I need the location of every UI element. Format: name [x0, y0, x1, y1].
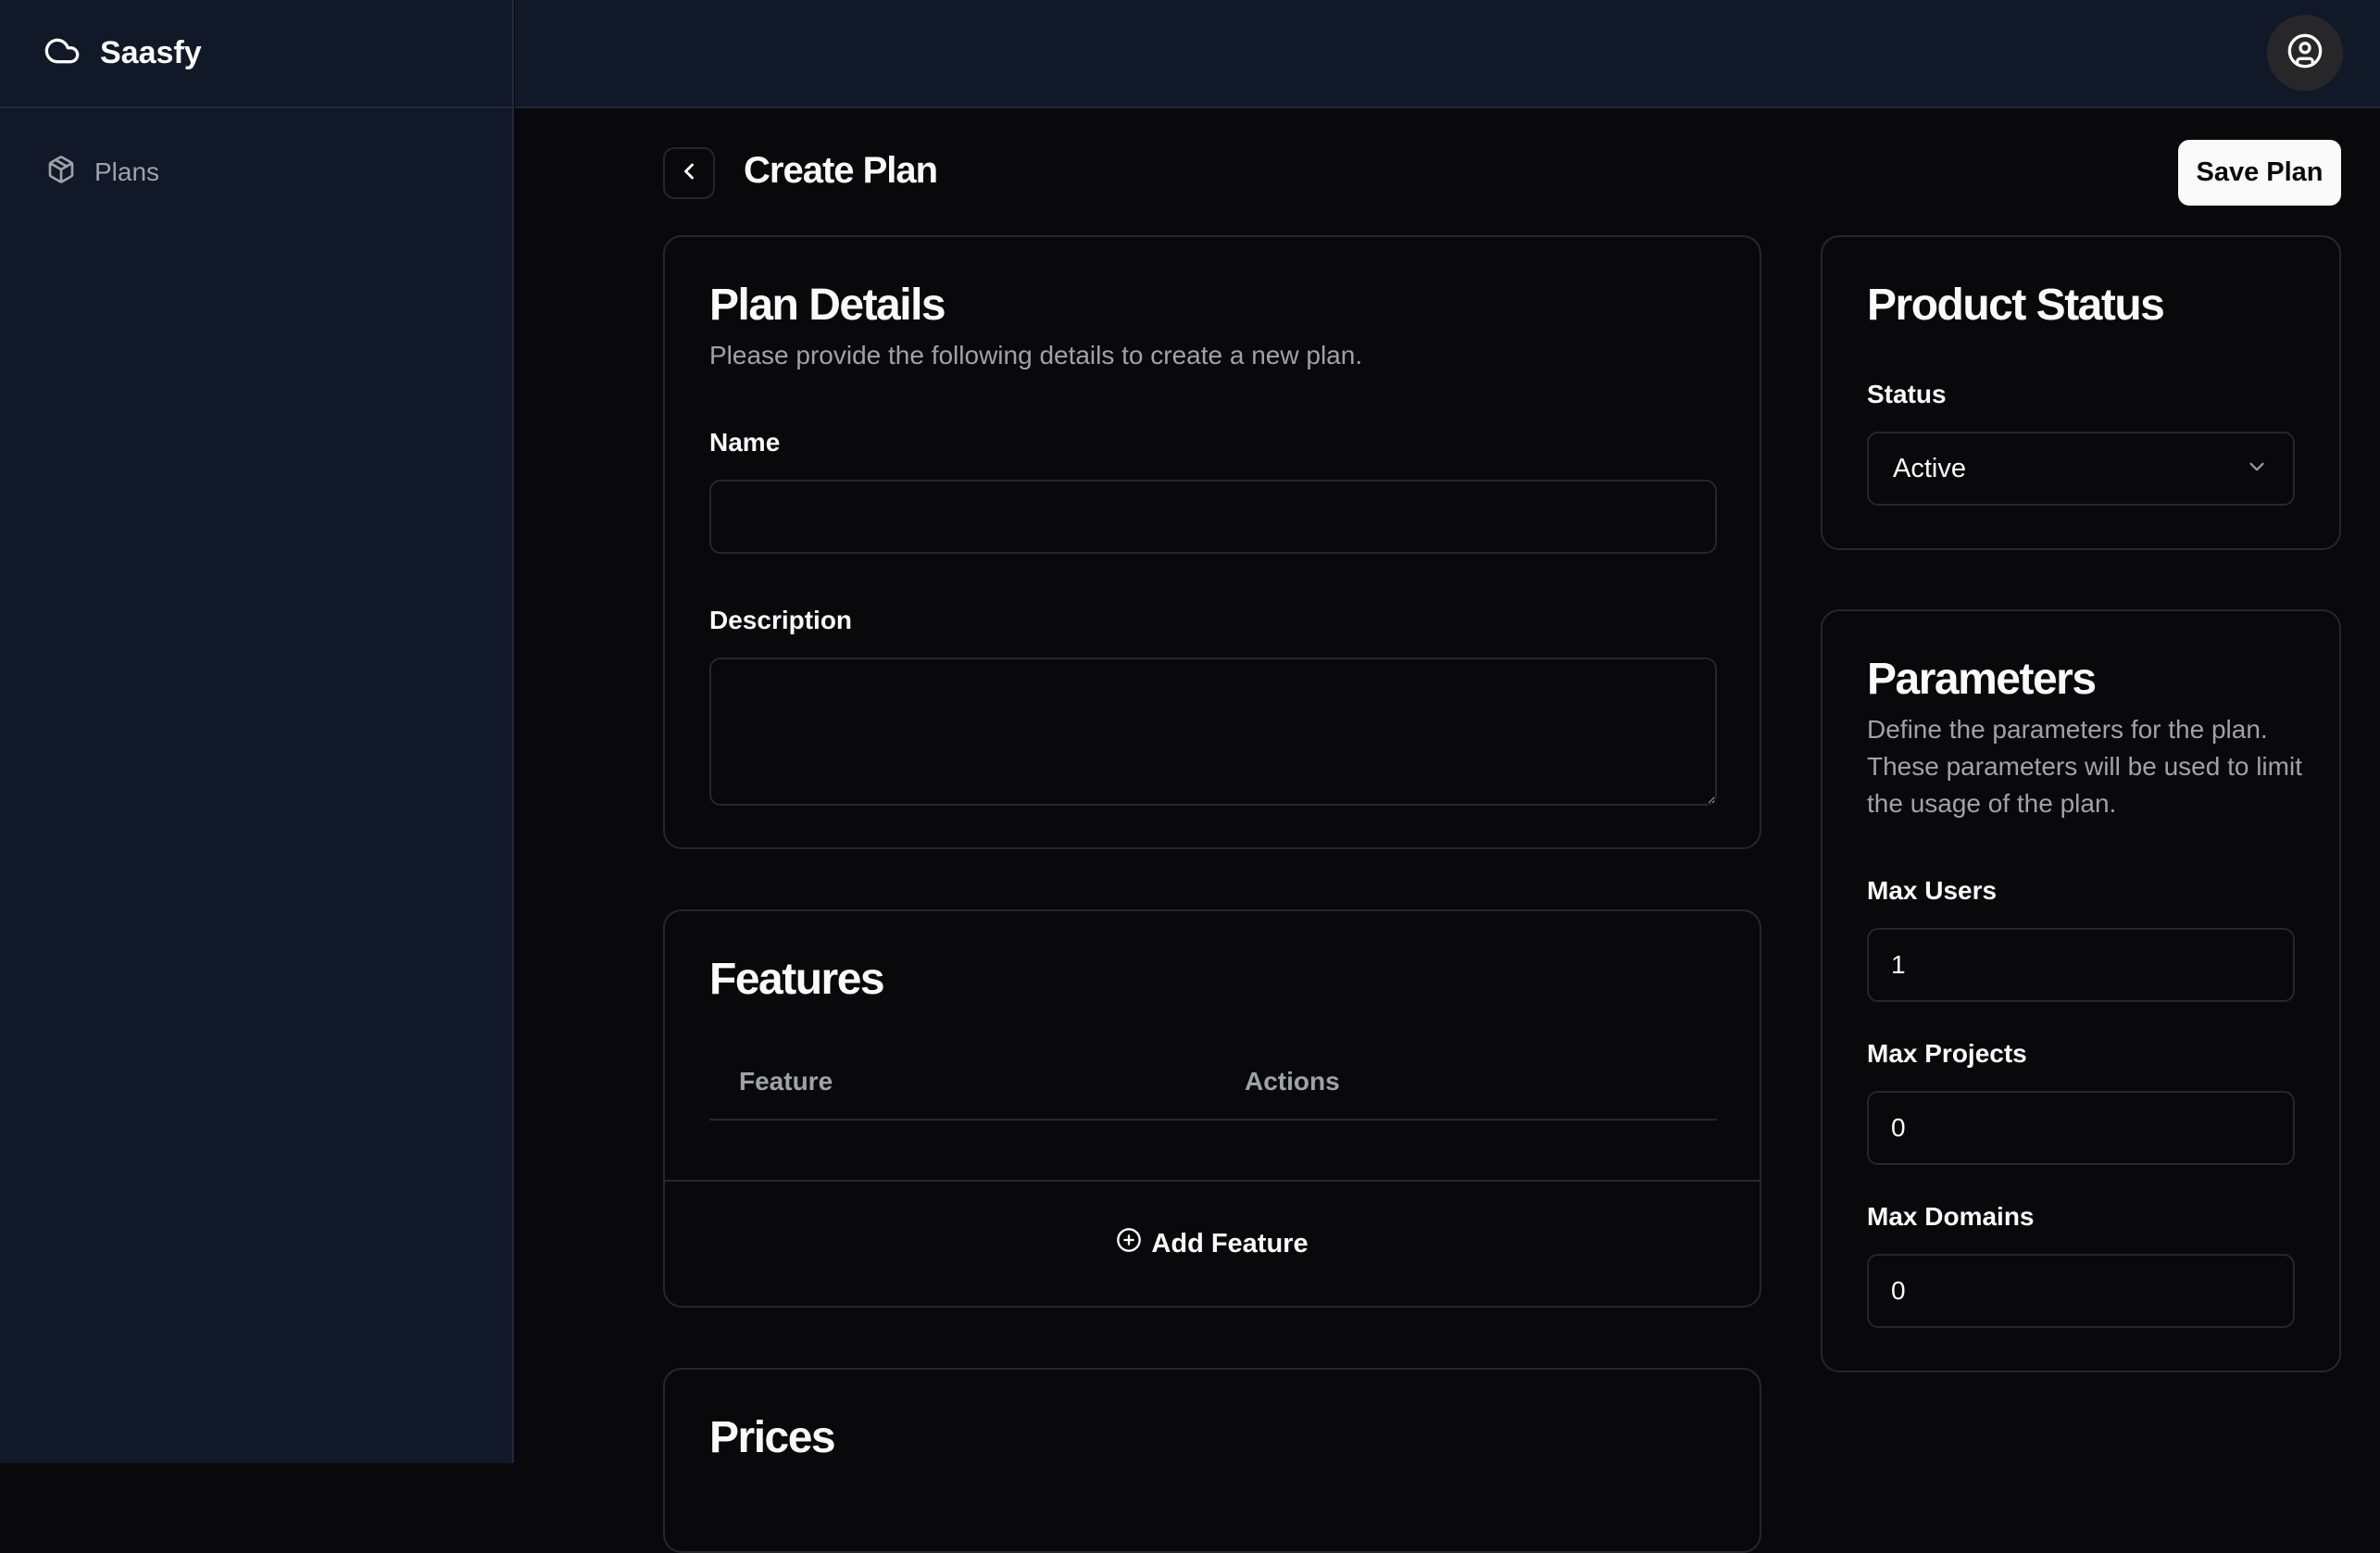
max-users-input[interactable]	[1867, 928, 2295, 1002]
card-description: Define the parameters for the plan. Thes…	[1867, 715, 2302, 818]
sidebar-item-plans[interactable]: Plans	[0, 152, 512, 193]
max-domains-label: Max Domains	[1867, 1202, 2035, 1231]
add-feature-button[interactable]: Add Feature	[1116, 1227, 1309, 1260]
plus-circle-icon	[1116, 1227, 1142, 1260]
card-title: Features	[709, 955, 885, 1004]
column-header-feature: Feature	[739, 1067, 833, 1096]
prices-card: Prices	[663, 1368, 1761, 1553]
max-projects-input[interactable]	[1867, 1091, 2295, 1165]
max-users-label: Max Users	[1867, 876, 1998, 905]
chevron-left-icon	[676, 158, 702, 189]
column-header-actions: Actions	[1245, 1067, 1340, 1096]
add-feature-label: Add Feature	[1151, 1228, 1309, 1259]
status-select-value: Active	[1893, 453, 1966, 483]
sidebar-nav: Plans	[0, 108, 512, 193]
description-label: Description	[709, 606, 853, 634]
brand[interactable]: Saasfy	[0, 0, 512, 108]
features-card-footer: Add Feature	[665, 1180, 1760, 1306]
features-card: Features Feature Actions Add Feature	[663, 909, 1761, 1308]
card-description: Please provide the following details to …	[709, 341, 1363, 369]
status-select[interactable]: Active	[1867, 432, 2295, 506]
description-textarea[interactable]	[709, 658, 1717, 806]
top-header	[515, 0, 2380, 108]
page-title: Create Plan	[744, 150, 938, 191]
card-title: Parameters	[1867, 655, 2097, 704]
sidebar-item-label: Plans	[94, 157, 160, 186]
back-button[interactable]	[663, 147, 715, 199]
name-input[interactable]	[709, 480, 1717, 554]
parameters-card: Parameters Define the parameters for the…	[1821, 609, 2341, 1372]
card-title: Prices	[709, 1413, 836, 1462]
chevron-down-icon	[2245, 455, 2269, 483]
plan-details-card: Plan Details Please provide the followin…	[663, 235, 1761, 849]
brand-name: Saasfy	[100, 35, 202, 70]
card-title: Product Status	[1867, 281, 2165, 330]
max-domains-input[interactable]	[1867, 1254, 2295, 1328]
status-label: Status	[1867, 380, 1947, 408]
user-menu-button[interactable]	[2267, 15, 2343, 91]
user-circle-icon	[2286, 32, 2324, 74]
save-plan-button[interactable]: Save Plan	[2178, 140, 2341, 206]
features-table-header: Feature Actions	[709, 1041, 1717, 1121]
package-icon	[46, 155, 76, 191]
sidebar: Saasfy Plans	[0, 0, 514, 1463]
product-status-card: Product Status Status Active	[1821, 235, 2341, 550]
card-title: Plan Details	[709, 281, 946, 330]
name-label: Name	[709, 428, 781, 457]
max-projects-label: Max Projects	[1867, 1039, 2027, 1068]
cloud-icon	[41, 32, 83, 74]
